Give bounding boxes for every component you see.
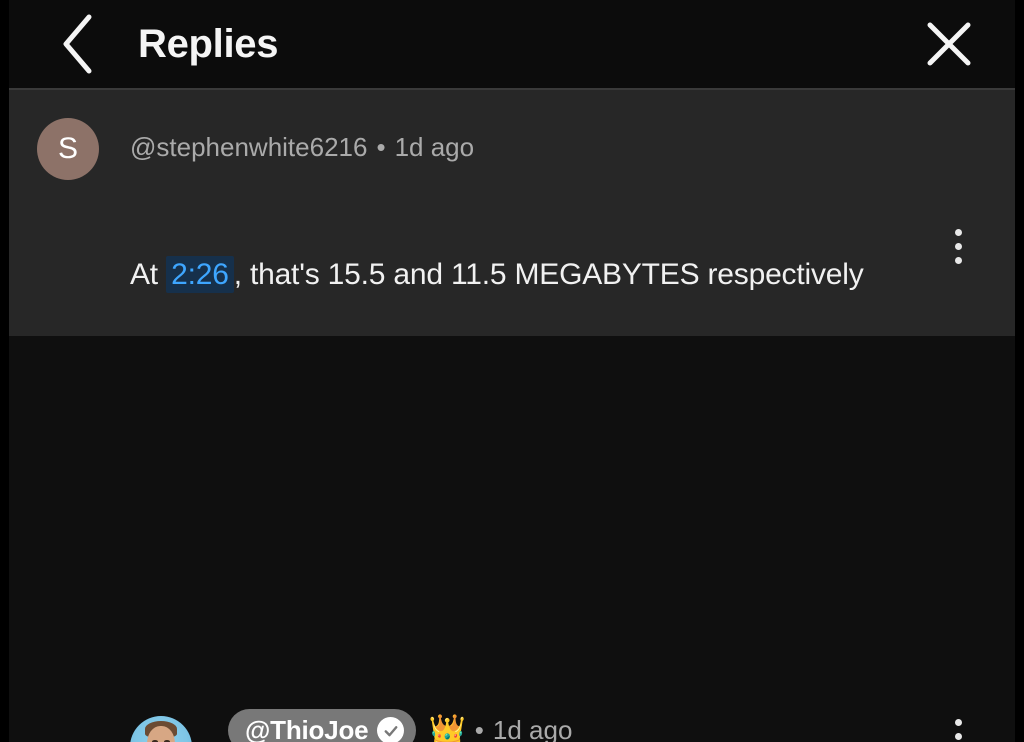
comment-body-text: At 2:26, that's 15.5 and 11.5 MEGABYTES … bbox=[130, 256, 864, 293]
replies-header: Replies bbox=[0, 0, 1024, 88]
replies-screen: Replies S @stephenwhite6216 • 1d ago At … bbox=[0, 0, 1024, 742]
meta-separator: • bbox=[376, 132, 386, 162]
comment-author-handle[interactable]: @stephenwhite6216 bbox=[130, 132, 367, 163]
page-title: Replies bbox=[138, 21, 279, 66]
close-x-icon bbox=[927, 22, 971, 66]
avatar[interactable]: S bbox=[37, 118, 99, 180]
replies-list: S @stephenwhite6216 • 1d ago At 2:26, th… bbox=[0, 88, 1024, 742]
comment-text-after: , that's 15.5 and 11.5 MEGABYTES respect… bbox=[233, 258, 864, 291]
creator-handle-pill[interactable]: @ThioJoe bbox=[228, 709, 417, 742]
close-button[interactable] bbox=[916, 11, 982, 77]
comment-header: @ThioJoe 👑 • 1d ago bbox=[228, 709, 572, 742]
meta-separator: • bbox=[474, 715, 484, 742]
crown-badge-icon: 👑 bbox=[428, 713, 466, 742]
kebab-dot bbox=[954, 228, 962, 236]
comment-menu-button[interactable] bbox=[934, 708, 982, 742]
kebab-dot bbox=[954, 256, 962, 264]
kebab-dot bbox=[954, 732, 962, 740]
back-button[interactable] bbox=[42, 8, 114, 80]
avatar-letter: S bbox=[57, 132, 78, 165]
comment-header: @stephenwhite6216 • 1d ago bbox=[130, 132, 474, 163]
comment-timestamp: 1d ago bbox=[492, 715, 573, 742]
chevron-left-icon bbox=[63, 14, 92, 74]
left-edge-strip bbox=[0, 0, 9, 742]
comment-timestamp: 1d ago bbox=[394, 132, 475, 162]
comment-item-reply[interactable]: @ThioJoe 👑 • 1d ago bbox=[0, 336, 1024, 742]
avatar[interactable] bbox=[130, 716, 192, 742]
kebab-dot bbox=[954, 718, 962, 726]
comment-author-handle: @ThioJoe bbox=[245, 715, 369, 742]
video-timestamp-link[interactable]: 2:26 bbox=[166, 256, 234, 293]
comment-menu-button[interactable] bbox=[934, 218, 982, 274]
comment-text-before: At bbox=[130, 258, 158, 291]
comment-item-parent[interactable]: S @stephenwhite6216 • 1d ago At 2:26, th… bbox=[0, 88, 1024, 396]
right-edge-strip bbox=[1015, 0, 1024, 742]
verified-check-icon bbox=[377, 717, 405, 742]
kebab-dot bbox=[954, 242, 962, 250]
